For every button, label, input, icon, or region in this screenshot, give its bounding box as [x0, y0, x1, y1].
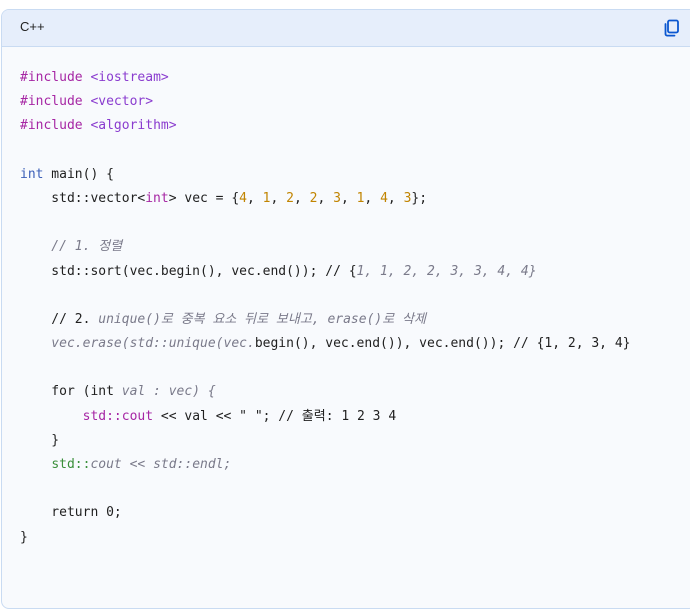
stream-identifier: std::cout: [82, 408, 154, 424]
code-line: // 1. 정렬: [20, 235, 631, 259]
header-name: <algorithm>: [90, 118, 177, 134]
code-line: #include <vector>: [20, 90, 631, 114]
language-label: C++: [20, 19, 45, 34]
code-line: int main() {: [20, 163, 631, 187]
code-line: }: [20, 526, 631, 550]
code-line: }: [20, 429, 631, 453]
code-content: #include <iostream> #include <vector> #inc…: [2, 66, 631, 550]
code-line: vec.erase(std::unique(vec.begin(), vec.e…: [20, 332, 631, 356]
code-text: // 2.: [20, 311, 99, 327]
code-comment: 1, 1, 2, 2, 3, 3, 4, 4}: [356, 263, 537, 279]
code-text: << val << " "; // 출력: 1 2 3 4: [153, 408, 397, 424]
header-name: <vector>: [90, 94, 154, 110]
code-text: return 0;: [20, 505, 122, 521]
code-text: begin(), vec.end()), vec.end()); // {1, …: [254, 336, 631, 352]
code-line: std::sort(vec.begin(), vec.end()); // {1…: [20, 260, 631, 284]
header-name: <iostream>: [90, 70, 169, 85]
type-keyword: int: [145, 190, 169, 206]
number-literal: 2: [309, 190, 318, 206]
number-literal: 4: [380, 190, 388, 206]
code-text: std::sort(vec.begin(), vec.end()); // {: [20, 263, 357, 279]
code-text: };: [411, 190, 428, 206]
code-line: #include <iostream>: [20, 66, 631, 90]
code-comment: cout << std::endl;: [90, 457, 232, 472]
code-line: std::vector<int> vec = {4, 1, 2, 2, 3, 1…: [20, 190, 428, 206]
code-comment: val : vec) {: [121, 384, 216, 400]
namespace-identifier: std::: [51, 457, 91, 472]
preprocessor-directive: #include: [20, 70, 83, 85]
code-text: > vec = {: [168, 190, 240, 206]
number-literal: 4: [239, 190, 247, 206]
code-line: // 2. unique()로 중복 요소 뒤로 보내고, erase()로 삭…: [20, 308, 631, 332]
code-text: }: [20, 432, 60, 448]
number-literal: 3: [333, 190, 341, 206]
code-text: }: [20, 529, 28, 545]
code-line: std::cout << val << " "; // 출력: 1 2 3 4: [20, 405, 631, 429]
code-comment: // 1. 정렬: [20, 239, 123, 255]
preprocessor-directive: #include: [20, 94, 83, 110]
code-text: for (int: [20, 384, 122, 400]
code-text: std::vector<: [20, 190, 146, 206]
preprocessor-directive: #include: [20, 118, 83, 134]
code-comment: unique()로 중복 요소 뒤로 보내고, erase()로 삭제: [98, 311, 426, 327]
code-line: #include <algorithm>: [20, 114, 631, 138]
code-block-header: C++: [2, 10, 690, 47]
number-literal: 1: [356, 190, 365, 206]
copy-icon[interactable]: [662, 18, 682, 38]
type-keyword: int: [20, 166, 44, 182]
number-literal: 2: [286, 190, 294, 206]
code-comment: vec.erase(std::unique(vec.: [20, 336, 255, 352]
number-literal: 1: [262, 190, 271, 206]
code-line: for (int val : vec) {: [20, 380, 631, 404]
code-block: C++ #include <iostream> #include <vector>…: [1, 9, 690, 609]
code-line: std::cout << std::endl;: [20, 453, 631, 477]
code-text: main() {: [43, 166, 114, 182]
code-line: return 0;: [20, 501, 631, 525]
